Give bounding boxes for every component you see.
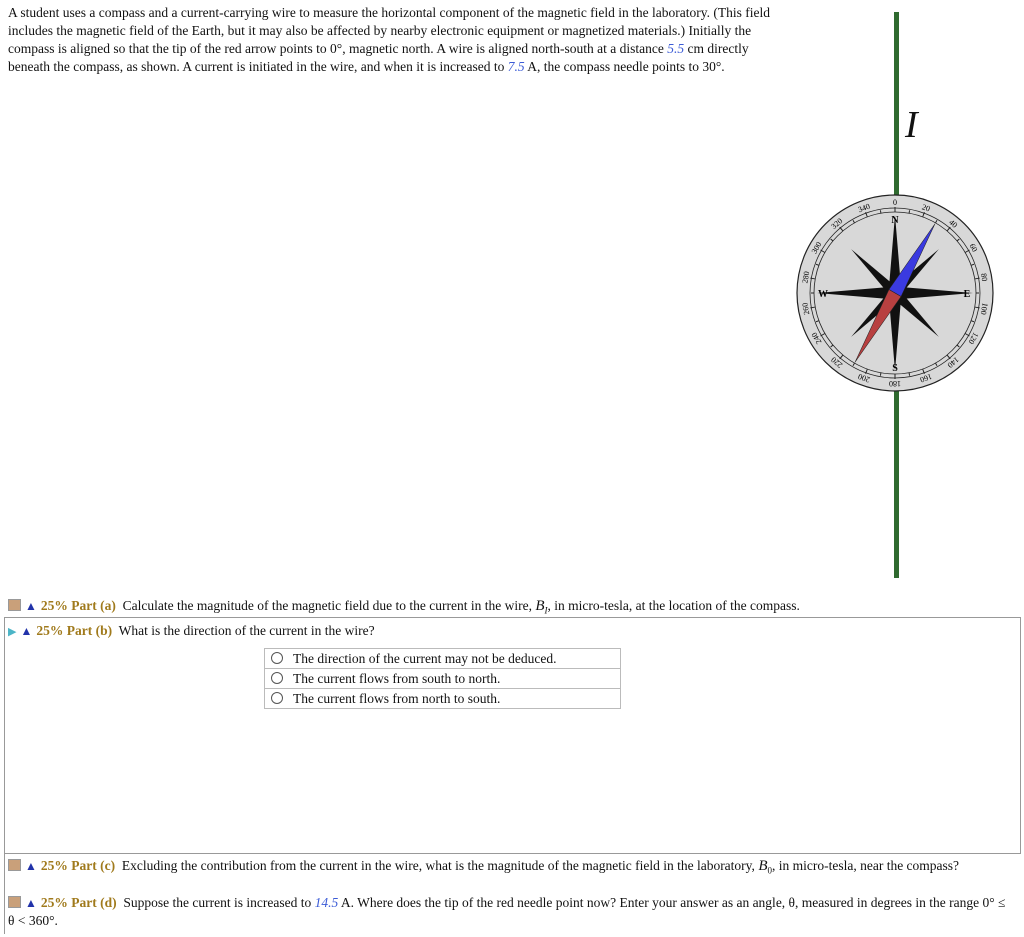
cardinal-e: E xyxy=(964,289,971,300)
part-label: Part (b) xyxy=(66,623,113,638)
part-a[interactable]: ▲ 25% Part (a) Calculate the magnitude of… xyxy=(8,598,800,616)
part-text: What is the direction of the current in … xyxy=(118,623,375,638)
compass-tick xyxy=(908,210,911,214)
part-label: Part (d) xyxy=(71,895,117,910)
option-label: The current flows from south to north. xyxy=(293,670,501,686)
variable: B xyxy=(535,598,545,614)
compass-tick xyxy=(879,210,882,214)
compass: 0 204060801001201401601802002202402602803… xyxy=(796,194,994,392)
option-row[interactable]: The current flows from south to north. xyxy=(264,668,621,689)
option-row[interactable]: The direction of the current may not be … xyxy=(264,648,621,669)
compass-degree-label: 180 xyxy=(889,379,901,388)
cardinal-s: S xyxy=(892,363,898,374)
warning-icon: ▲ xyxy=(25,896,37,910)
radio-button[interactable] xyxy=(271,671,283,684)
current-label: I xyxy=(905,104,918,146)
part-text: , in micro-tesla, near the compass? xyxy=(771,858,960,873)
option-row[interactable]: The current flows from north to south. xyxy=(264,688,621,709)
part-text: Suppose the current is increased to xyxy=(123,895,315,910)
warning-icon: ▲ xyxy=(25,859,37,873)
problem-text: A student uses a compass and a current-c… xyxy=(8,5,770,56)
radio-button[interactable] xyxy=(271,651,283,664)
warning-icon: ▲ xyxy=(20,624,33,638)
option-label: The direction of the current may not be … xyxy=(293,650,557,666)
option-label: The current flows from north to south. xyxy=(293,690,501,706)
problem-text: A, the compass needle points to 30°. xyxy=(524,59,725,74)
compass-degree-label: 80 xyxy=(979,273,989,282)
current-value: 14.5 xyxy=(314,895,339,910)
part-label: Part (c) xyxy=(71,858,116,873)
part-status-icon xyxy=(8,859,21,871)
part-percent: 25% xyxy=(40,598,68,613)
part-status-icon xyxy=(8,599,21,611)
compass-tick xyxy=(879,372,882,376)
radio-button[interactable] xyxy=(271,691,283,704)
warning-icon: ▲ xyxy=(25,599,37,613)
part-percent: 25% xyxy=(36,623,64,638)
distance-value: 5.5 xyxy=(667,41,685,56)
answer-options: The direction of the current may not be … xyxy=(264,648,621,709)
part-text: , in micro-tesla, at the location of the… xyxy=(547,598,800,613)
problem-statement: A student uses a compass and a current-c… xyxy=(8,4,778,76)
part-percent: 25% xyxy=(40,858,68,873)
cardinal-n: N xyxy=(891,215,899,226)
part-status-icon xyxy=(8,896,21,908)
part-d[interactable]: ▲ 25% Part (d) Suppose the current is inc… xyxy=(8,894,1013,930)
compass-degree-label: 0 xyxy=(893,198,897,207)
part-c[interactable]: ▲ 25% Part (c) Excluding the contribution… xyxy=(8,857,1013,880)
current-value: 7.5 xyxy=(507,59,525,74)
part-text: Calculate the magnitude of the magnetic … xyxy=(122,598,536,613)
part-b[interactable]: ▶ ▲ 25% Part (b) What is the direction of … xyxy=(8,623,375,639)
part-label: Part (a) xyxy=(71,598,116,613)
compass-tick xyxy=(908,372,911,376)
part-text: Excluding the contribution from the curr… xyxy=(121,858,759,873)
play-icon: ▶ xyxy=(8,626,17,638)
part-percent: 25% xyxy=(40,895,68,910)
cardinal-w: W xyxy=(818,289,828,300)
